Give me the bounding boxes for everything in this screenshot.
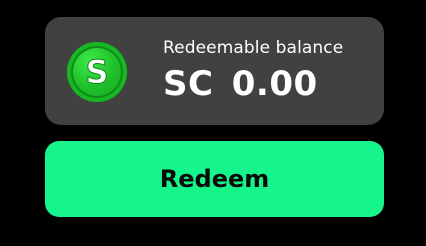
redeem-button[interactable]: Redeem <box>45 141 384 217</box>
balance-amount: SC 0.00 <box>163 64 318 104</box>
svg-text:S: S <box>85 53 108 91</box>
sweeps-coin-icon: S <box>67 42 127 102</box>
coin-letter-glyph: S <box>85 53 109 92</box>
redeem-widget: S Redeemable balance SC 0.00 Redeem <box>45 17 384 217</box>
balance-label: Redeemable balance <box>163 38 344 58</box>
balance-card: S Redeemable balance SC 0.00 <box>45 17 384 125</box>
